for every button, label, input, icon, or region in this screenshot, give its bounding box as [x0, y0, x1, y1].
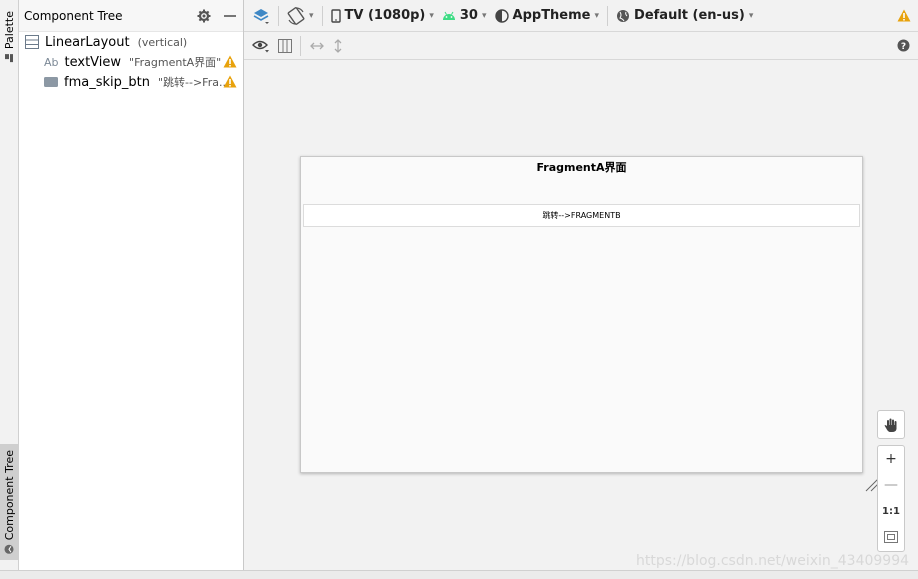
tree-row-detail: (vertical)	[137, 35, 188, 49]
zoom-actual-size-button[interactable]: 1:1	[878, 498, 904, 524]
device-label: TV (1080p)	[344, 8, 426, 23]
phone-icon	[330, 8, 341, 23]
tree-row-textview[interactable]: Ab textView "FragmentA界面"	[44, 52, 221, 72]
layout-editor-window: Palette Component Tree Component Tree Li…	[0, 0, 918, 579]
gear-icon	[197, 9, 211, 22]
component-tree-panel: Component Tree LinearLayout (vertical) A…	[19, 0, 244, 570]
globe-icon	[617, 9, 630, 22]
bottom-status-strip	[0, 570, 918, 579]
chevron-down-icon: ▾	[748, 10, 754, 21]
component-tree-tab[interactable]: Component Tree	[0, 444, 19, 560]
zoom-out-button[interactable]: —	[878, 472, 904, 498]
hand-icon	[884, 418, 897, 432]
palette-tab-label: Palette	[3, 10, 16, 50]
fit-screen-icon	[884, 531, 898, 543]
tree-row-detail: "FragmentA界面"	[129, 56, 222, 69]
locale-label: Default (en-us)	[634, 8, 745, 23]
tree-row-detail: "跳转-->Fra...	[157, 76, 230, 89]
device-preview[interactable]: FragmentA界面 跳转-->FRAGMENTB	[300, 156, 863, 473]
minimize-button[interactable]	[217, 3, 243, 29]
help-icon[interactable]: ?	[897, 39, 910, 52]
preview-skip-button[interactable]: 跳转-->FRAGMENTB	[303, 204, 860, 227]
view-options-button[interactable]	[248, 33, 274, 59]
theme-selector[interactable]: AppTheme ▾	[491, 3, 604, 29]
tree-row-label: fma_skip_btn	[64, 74, 150, 90]
linear-layout-icon	[25, 35, 39, 49]
svg-text:?: ?	[901, 42, 906, 52]
layers-icon	[253, 8, 269, 24]
columns-icon	[278, 38, 292, 53]
design-canvas[interactable]: FragmentA界面 跳转-->FRAGMENTB + — 1:1	[244, 60, 918, 570]
warning-icon[interactable]	[223, 75, 237, 88]
button-widget-icon	[44, 77, 58, 87]
blueprint-toggle-button[interactable]	[274, 33, 296, 59]
minimize-icon	[224, 14, 236, 17]
text-view-icon: Ab	[44, 55, 59, 69]
tree-row-fma-skip-btn[interactable]: fma_skip_btn "跳转-->Fra...	[44, 72, 229, 92]
toolbar-separator	[300, 35, 301, 56]
api-level-label: 30	[459, 8, 478, 23]
orientation-button[interactable]: ▾	[283, 3, 318, 29]
vertical-arrows-icon	[334, 38, 342, 53]
api-level-selector[interactable]: 30 ▾	[438, 3, 491, 29]
rotate-screen-icon	[287, 6, 305, 25]
preview-text-view[interactable]: FragmentA界面	[301, 159, 862, 175]
warning-icon[interactable]	[897, 9, 911, 22]
palette-tab[interactable]: Palette	[0, 4, 19, 70]
tree-row-linearlayout[interactable]: LinearLayout (vertical)	[25, 32, 187, 52]
theme-label: AppTheme	[512, 8, 591, 23]
preview-skip-button-label: 跳转-->FRAGMENTB	[542, 211, 621, 220]
chevron-down-icon: ▾	[481, 10, 487, 21]
watermark-text: https://blog.csdn.net/weixin_43409994	[636, 553, 910, 569]
pan-button[interactable]	[877, 410, 905, 439]
vertical-resize-button[interactable]	[329, 33, 347, 59]
settings-button[interactable]	[191, 3, 217, 29]
horizontal-arrows-icon	[310, 42, 324, 49]
component-tree-header: Component Tree	[19, 0, 243, 32]
component-tree-tab-label: Component Tree	[3, 449, 16, 541]
component-tree-title: Component Tree	[24, 8, 123, 23]
tree-row-label: textView	[64, 54, 122, 70]
android-icon	[442, 11, 455, 20]
device-selector[interactable]: TV (1080p) ▾	[327, 3, 438, 29]
zoom-in-button[interactable]: +	[878, 446, 904, 472]
eye-icon	[252, 40, 269, 52]
warning-icon[interactable]	[223, 55, 237, 68]
globe-tab-icon	[5, 544, 14, 554]
chevron-down-icon: ▾	[309, 10, 314, 21]
design-surface-button[interactable]	[248, 3, 274, 29]
palette-icon	[5, 54, 14, 63]
toolbar-separator	[278, 5, 279, 26]
toolbar-separator	[607, 5, 609, 26]
toolbar-separator	[321, 5, 323, 26]
design-toolbar: ▾ TV (1080p) ▾ 30 ▾ AppTheme ▾ Default (…	[244, 0, 918, 32]
tree-row-label: LinearLayout	[45, 34, 130, 50]
theme-icon	[494, 8, 509, 23]
chevron-down-icon: ▾	[429, 10, 434, 21]
horizontal-resize-button[interactable]	[305, 33, 329, 59]
zoom-to-fit-button[interactable]	[878, 524, 904, 550]
zoom-controls: + — 1:1	[877, 445, 905, 552]
left-tool-strip: Palette Component Tree	[0, 0, 19, 570]
view-options-toolbar: ?	[244, 32, 918, 60]
chevron-down-icon: ▾	[594, 10, 600, 21]
locale-selector[interactable]: Default (en-us) ▾	[612, 3, 757, 29]
